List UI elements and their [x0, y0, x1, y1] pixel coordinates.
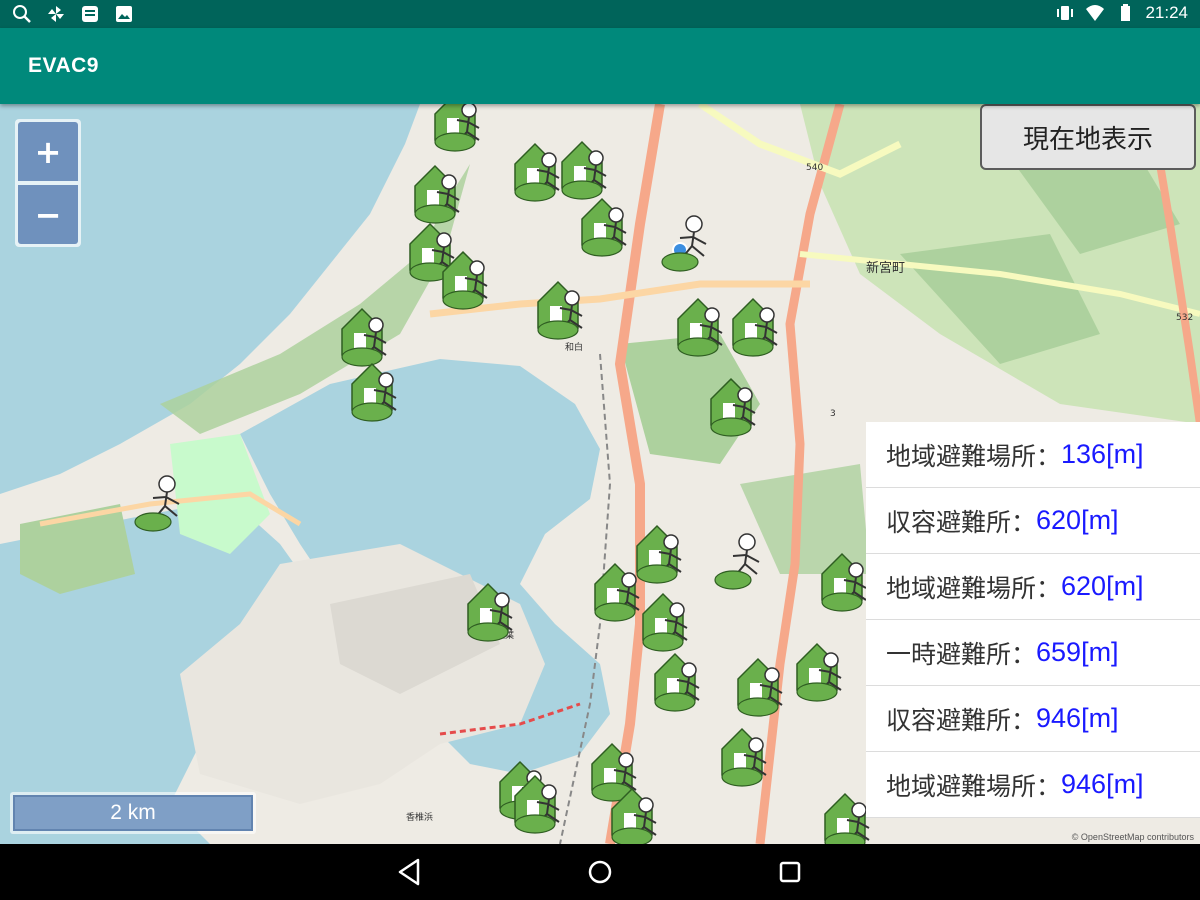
home-icon[interactable]	[584, 856, 616, 888]
app-title: EVAC9	[28, 54, 99, 77]
scale-label: 2 km	[13, 795, 253, 831]
back-icon[interactable]	[394, 856, 426, 888]
search-icon	[13, 5, 31, 23]
nearest-shelters-list: 地域避難場所： 136[m] 収容避難所： 620[m] 地域避難場所： 620[m]…	[866, 422, 1200, 818]
list-item[interactable]: 地域避難場所： 620[m]	[866, 554, 1200, 620]
wifi-icon	[1086, 5, 1105, 21]
recents-icon[interactable]	[774, 856, 806, 888]
zoom-in-button[interactable]: +	[18, 122, 78, 181]
app-bar: EVAC9	[0, 28, 1200, 104]
list-item[interactable]: 収容避難所： 620[m]	[866, 488, 1200, 554]
zoom-out-button[interactable]: −	[18, 185, 78, 244]
scale-bar: 2 km	[10, 792, 256, 834]
vibrate-icon	[1057, 6, 1074, 20]
shelter-distance: 620[m]	[1061, 571, 1144, 601]
shelter-distance: 136[m]	[1061, 439, 1144, 469]
map-view[interactable]: 新宮町 540 532 3 和白 香椎照葉 香椎浜	[0, 104, 1200, 844]
status-bar: 21:24	[0, 0, 1200, 28]
shelter-type: 一時避難所：	[886, 639, 1037, 669]
shelter-distance: 946[m]	[1036, 703, 1119, 733]
zoom-control: + −	[15, 119, 81, 247]
list-item[interactable]: 地域避難場所： 136[m]	[866, 422, 1200, 488]
pinwheel-icon	[48, 6, 64, 22]
list-item[interactable]: 収容避難所： 946[m]	[866, 686, 1200, 752]
shelter-type: 収容避難所：	[886, 507, 1037, 537]
list-item[interactable]: 一時避難所： 659[m]	[866, 620, 1200, 686]
browser-icon	[82, 6, 98, 22]
shelter-type: 地域避難場所：	[886, 573, 1062, 603]
clock: 21:24	[1145, 3, 1188, 22]
shelter-distance: 659[m]	[1036, 637, 1119, 667]
list-item[interactable]: 地域避難場所： 946[m]	[866, 752, 1200, 818]
navigation-bar	[0, 844, 1200, 900]
shelter-type: 収容避難所：	[886, 705, 1037, 735]
battery-icon	[1121, 4, 1131, 21]
shelter-type: 地域避難場所：	[886, 441, 1062, 471]
shelter-type: 地域避難場所：	[886, 771, 1062, 801]
map-attribution[interactable]: © OpenStreetMap contributors	[1072, 832, 1194, 842]
shelter-distance: 946[m]	[1061, 769, 1144, 799]
show-current-location-button[interactable]: 現在地表示	[980, 104, 1196, 170]
image-icon	[116, 6, 132, 22]
shelter-distance: 620[m]	[1036, 505, 1119, 535]
